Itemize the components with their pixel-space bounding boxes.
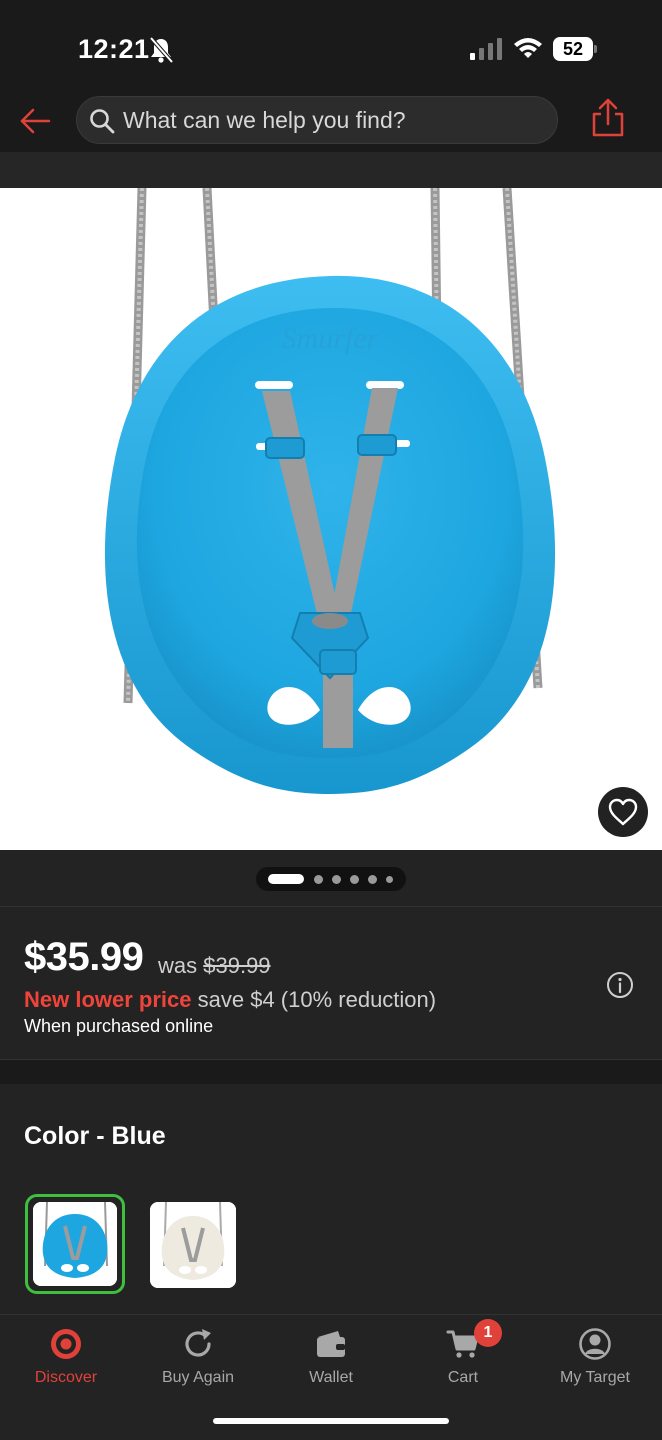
- signal-icon: [470, 38, 502, 60]
- battery-icon: 52: [553, 37, 597, 61]
- tab-my-target[interactable]: My Target: [529, 1315, 661, 1403]
- was-price-value: $39.99: [203, 953, 271, 978]
- color-heading: Color - Blue: [24, 1122, 166, 1150]
- top-nav: [0, 90, 662, 152]
- was-price: was $39.99: [158, 953, 271, 979]
- price-reduction: New lower price save $4 (10% reduction): [24, 987, 436, 1013]
- carousel-dot-active[interactable]: [268, 874, 304, 884]
- product-image[interactable]: Smurfer: [0, 188, 662, 850]
- purchase-note: When purchased online: [24, 1016, 214, 1036]
- refresh-icon: [185, 1329, 211, 1357]
- tab-label: Discover: [34, 1369, 98, 1386]
- share-icon[interactable]: [590, 98, 626, 138]
- search-bar[interactable]: [76, 96, 558, 144]
- svg-text:Smurfer: Smurfer: [282, 322, 379, 355]
- wallet-icon: [317, 1331, 345, 1357]
- color-section: Color - Blue: [0, 1084, 662, 1314]
- carousel-dot[interactable]: [332, 875, 341, 884]
- cart-count-badge: 1: [474, 1319, 502, 1347]
- target-logo-icon: [51, 1329, 81, 1359]
- carousel-dot[interactable]: [368, 875, 377, 884]
- tab-label: Buy Again: [161, 1369, 235, 1386]
- heart-icon: [608, 798, 638, 826]
- color-swatch-cream[interactable]: [150, 1202, 236, 1288]
- color-swatch-blue[interactable]: [25, 1194, 125, 1294]
- carousel-dot[interactable]: [350, 875, 359, 884]
- favorite-button[interactable]: [598, 787, 648, 837]
- tab-buy-again[interactable]: Buy Again: [132, 1315, 264, 1403]
- price-block: $35.99 was $39.99 New lower price save $…: [0, 906, 662, 1060]
- carousel-dot[interactable]: [314, 875, 323, 884]
- bell-slash-icon: [149, 36, 174, 64]
- tab-label: Cart: [447, 1369, 479, 1386]
- carousel-dot[interactable]: [386, 876, 393, 883]
- wifi-icon: [514, 38, 542, 58]
- divider: [0, 152, 662, 188]
- save-text: save $4 (10% reduction): [197, 987, 437, 1012]
- swing-seat-illustration: Smurfer: [104, 188, 556, 794]
- account-icon: [579, 1328, 611, 1360]
- info-icon[interactable]: [606, 971, 634, 999]
- bottom-tab-bar: Discover Buy Again Wallet Cart 1 My Targ…: [0, 1314, 662, 1440]
- tab-label: Wallet: [309, 1369, 353, 1386]
- home-indicator[interactable]: [213, 1418, 449, 1424]
- was-label: was: [158, 953, 198, 978]
- status-bar: 12:21 52: [0, 0, 662, 90]
- cream-swing-thumbnail: [150, 1202, 236, 1288]
- tab-cart[interactable]: Cart: [397, 1315, 529, 1403]
- search-icon: [90, 109, 115, 134]
- status-time: 12:21: [78, 34, 150, 64]
- search-input[interactable]: [123, 97, 543, 143]
- blue-swing-thumbnail: [33, 1202, 117, 1286]
- tab-label: My Target: [560, 1369, 630, 1386]
- tab-discover[interactable]: Discover: [0, 1315, 132, 1403]
- carousel-indicator[interactable]: [256, 867, 406, 891]
- battery-level: 52: [553, 37, 593, 61]
- divider: [0, 1060, 662, 1084]
- new-lower-price-label: New lower price: [24, 987, 192, 1012]
- tab-wallet[interactable]: Wallet: [265, 1315, 397, 1403]
- current-price: $35.99: [24, 935, 144, 979]
- back-arrow-icon[interactable]: [18, 104, 52, 138]
